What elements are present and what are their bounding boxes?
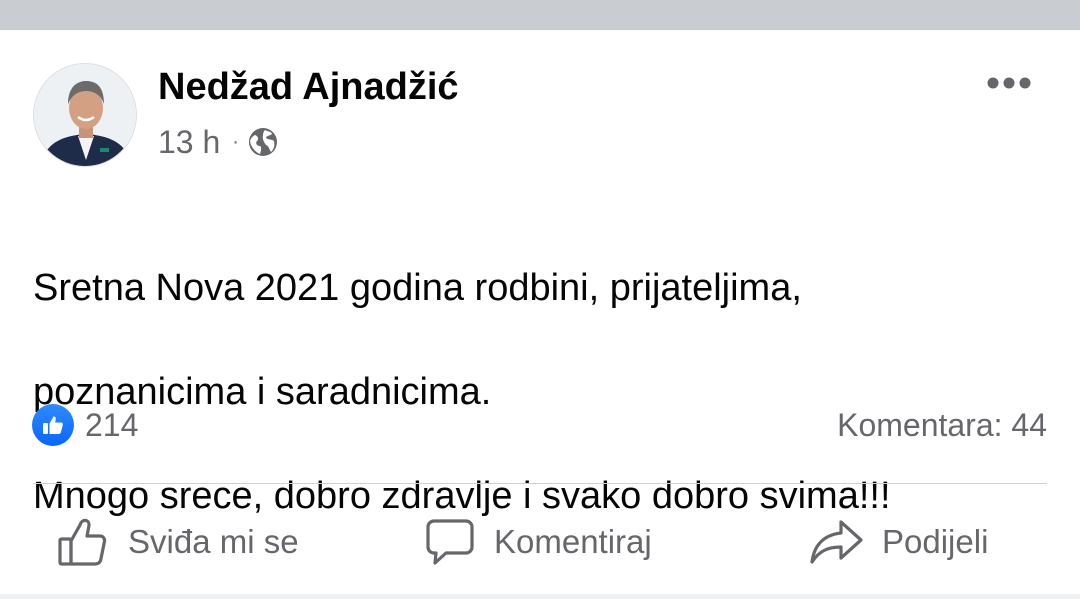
avatar-photo <box>34 64 136 166</box>
feed-separator-top <box>0 0 1080 30</box>
comment-button-label: Komentiraj <box>494 523 652 560</box>
share-icon <box>810 520 863 564</box>
like-button[interactable]: Sviđa mi se <box>56 510 299 574</box>
post-timestamp[interactable]: 13 h <box>158 124 220 161</box>
reaction-count: 214 <box>85 406 139 443</box>
globe-icon <box>248 128 277 156</box>
thumbs-up-icon <box>58 518 107 566</box>
reactions-summary[interactable]: 214 <box>32 403 138 447</box>
more-options-icon <box>987 77 1031 89</box>
author-name[interactable]: Nedžad Ajnadžić <box>158 64 459 110</box>
like-reaction-icon <box>32 404 74 446</box>
feed-separator-bottom <box>0 594 1080 599</box>
share-button-label: Podijeli <box>882 523 989 560</box>
more-options-button[interactable] <box>986 70 1032 96</box>
comment-button[interactable]: Komentiraj <box>424 510 652 574</box>
post-meta: 13 h · <box>158 120 279 164</box>
like-button-label: Sviđa mi se <box>128 523 299 560</box>
comment-icon <box>426 519 474 565</box>
post-text-line: Sretna Nova 2021 godina rodbini, prijate… <box>33 267 802 309</box>
share-button[interactable]: Podijeli <box>808 510 988 574</box>
comments-count[interactable]: Komentara: 44 <box>837 403 1047 447</box>
meta-separator: · <box>232 131 239 153</box>
author-avatar[interactable] <box>33 63 137 167</box>
divider <box>33 483 1047 484</box>
